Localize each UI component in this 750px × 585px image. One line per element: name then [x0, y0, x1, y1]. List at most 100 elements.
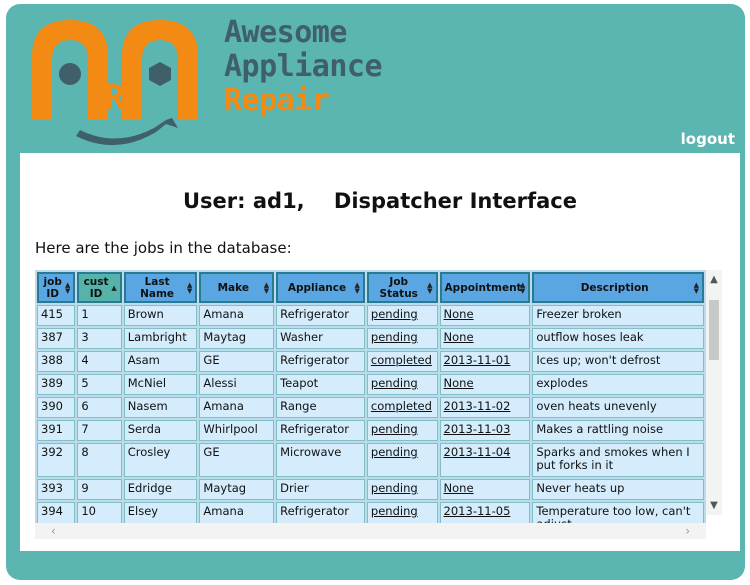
appointment-link[interactable]: None — [444, 307, 474, 321]
description-cell: Sparks and smokes when I put forks in it — [532, 443, 704, 477]
column-header-last-name[interactable]: Last Name ▲ ▼ — [123, 272, 198, 303]
table-header-row: job ID ▲ ▼ cust ID ▲ Last Name ▲ ▼ Make ▲ ▼ App… — [37, 272, 704, 303]
column-header-label: Make — [217, 281, 249, 294]
jobs-table-viewport[interactable]: job ID ▲ ▼ cust ID ▲ Last Name ▲ ▼ Make ▲ ▼ App… — [35, 270, 706, 532]
job-status-cell: completed — [366, 397, 438, 418]
table-row: 388 4 Asam GE Refrigerator completed 2013-11-0… — [37, 351, 704, 372]
job-status-link[interactable]: pending — [371, 330, 418, 344]
cust-id-cell: 8 — [77, 443, 122, 477]
last-name-cell: Nasem — [123, 397, 198, 418]
make-cell: Amana — [199, 305, 275, 326]
column-header-label: Appliance — [287, 281, 347, 294]
job-status-link[interactable]: pending — [371, 376, 418, 390]
job-status-cell: pending — [366, 328, 438, 349]
intro-text: Here are the jobs in the database: — [35, 239, 292, 257]
description-cell: explodes — [532, 374, 704, 395]
table-row: 393 9 Edridge Maytag Drier pending None Never h… — [37, 479, 704, 500]
logo-line-2: Appliance — [224, 49, 383, 84]
appointment-cell: None — [439, 305, 531, 326]
column-header-label: Last Name — [140, 275, 175, 300]
appointment-link[interactable]: None — [444, 481, 474, 495]
last-name-cell: Lambright — [123, 328, 198, 349]
column-header-appliance[interactable]: Appliance ▲ ▼ — [276, 272, 365, 303]
column-header-job-id[interactable]: job ID ▲ ▼ — [37, 272, 76, 303]
job-status-link[interactable]: completed — [371, 399, 432, 413]
logout-link[interactable]: logout — [681, 130, 735, 148]
job-id-cell: 393 — [37, 479, 76, 500]
appliance-cell: Refrigerator — [276, 420, 365, 441]
appliance-cell: Microwave — [276, 443, 365, 477]
last-name-cell: McNiel — [123, 374, 198, 395]
column-header-cust-id[interactable]: cust ID ▲ — [77, 272, 122, 303]
appliance-cell: Washer — [276, 328, 365, 349]
job-status-link[interactable]: pending — [371, 422, 418, 436]
job-status-link[interactable]: completed — [371, 353, 432, 367]
job-id-cell: 415 — [37, 305, 76, 326]
job-id-cell: 392 — [37, 443, 76, 477]
sort-icon: ▲ ▼ — [693, 280, 699, 295]
table-row: 387 3 Lambright Maytag Washer pending None outf… — [37, 328, 704, 349]
table-row: 389 5 McNiel Alessi Teapot pending None explode… — [37, 374, 704, 395]
appointment-link[interactable]: 2013-11-03 — [444, 422, 511, 436]
sort-icon: ▲ ▼ — [354, 280, 360, 295]
logo: R Awesome Appliance Repair — [26, 8, 386, 158]
job-status-link[interactable]: pending — [371, 445, 418, 459]
appliance-cell: Drier — [276, 479, 365, 500]
vertical-scrollbar[interactable]: ▲ ▼ — [706, 270, 722, 515]
sort-icon: ▲ ▼ — [519, 280, 526, 295]
appointment-cell: 2013-11-02 — [439, 397, 531, 418]
appointment-link[interactable]: 2013-11-01 — [444, 353, 511, 367]
column-header-label: Job Status — [379, 275, 418, 300]
content-panel: User: ad1, Dispatcher Interface Here are… — [20, 153, 740, 551]
job-status-link[interactable]: pending — [371, 481, 418, 495]
scroll-up-icon[interactable]: ▲ — [706, 274, 722, 285]
make-cell: Whirlpool — [199, 420, 275, 441]
job-status-cell: completed — [366, 351, 438, 372]
cust-id-cell: 6 — [77, 397, 122, 418]
scroll-right-icon[interactable]: › — [685, 524, 690, 538]
description-cell: Freezer broken — [532, 305, 704, 326]
appointment-link[interactable]: 2013-11-05 — [444, 504, 511, 518]
page-title: User: ad1, Dispatcher Interface — [183, 189, 577, 213]
logo-line-3: Repair — [224, 83, 330, 118]
description-cell: Never heats up — [532, 479, 704, 500]
table-row: 415 1 Brown Amana Refrigerator pending None Fre… — [37, 305, 704, 326]
logo-initial: R — [104, 78, 125, 118]
column-header-job-status[interactable]: Job Status ▲ ▼ — [366, 272, 438, 303]
cust-id-cell: 4 — [77, 351, 122, 372]
table-row: 390 6 Nasem Amana Range completed 2013-11-02 ov… — [37, 397, 704, 418]
appointment-cell: None — [439, 328, 531, 349]
cust-id-cell: 5 — [77, 374, 122, 395]
sort-icon: ▲ ▼ — [64, 280, 71, 295]
cust-id-cell: 1 — [77, 305, 122, 326]
job-id-cell: 390 — [37, 397, 76, 418]
sort-icon: ▲ ▼ — [263, 280, 270, 295]
sort-icon: ▲ ▼ — [427, 280, 433, 295]
appointment-cell: None — [439, 479, 531, 500]
appointment-link[interactable]: None — [444, 330, 474, 344]
job-id-cell: 388 — [37, 351, 76, 372]
description-cell: Makes a rattling noise — [532, 420, 704, 441]
job-status-link[interactable]: pending — [371, 307, 418, 321]
table-row: 392 8 Crosley GE Microwave pending 2013-11-04 S… — [37, 443, 704, 477]
appointment-link[interactable]: 2013-11-02 — [444, 399, 511, 413]
appliance-cell: Refrigerator — [276, 351, 365, 372]
column-header-make[interactable]: Make ▲ ▼ — [199, 272, 275, 303]
make-cell: Maytag — [199, 479, 275, 500]
scroll-left-icon[interactable]: ‹ — [51, 524, 56, 538]
scroll-down-icon[interactable]: ▼ — [706, 500, 722, 511]
job-id-cell: 387 — [37, 328, 76, 349]
job-status-link[interactable]: pending — [371, 504, 418, 518]
appointment-cell: 2013-11-01 — [439, 351, 531, 372]
scrollbar-thumb[interactable] — [709, 300, 719, 360]
appointment-link[interactable]: 2013-11-04 — [444, 445, 511, 459]
jobs-table: job ID ▲ ▼ cust ID ▲ Last Name ▲ ▼ Make ▲ ▼ App… — [35, 270, 706, 532]
last-name-cell: Asam — [123, 351, 198, 372]
appliance-cell: Range — [276, 397, 365, 418]
column-header-appointment[interactable]: Appointment ▲ ▼ — [439, 272, 531, 303]
horizontal-scrollbar[interactable]: ‹ › — [35, 523, 706, 539]
description-cell: Ices up; won't defrost — [532, 351, 704, 372]
cust-id-cell: 9 — [77, 479, 122, 500]
appointment-link[interactable]: None — [444, 376, 474, 390]
column-header-description[interactable]: Description ▲ ▼ — [532, 272, 704, 303]
